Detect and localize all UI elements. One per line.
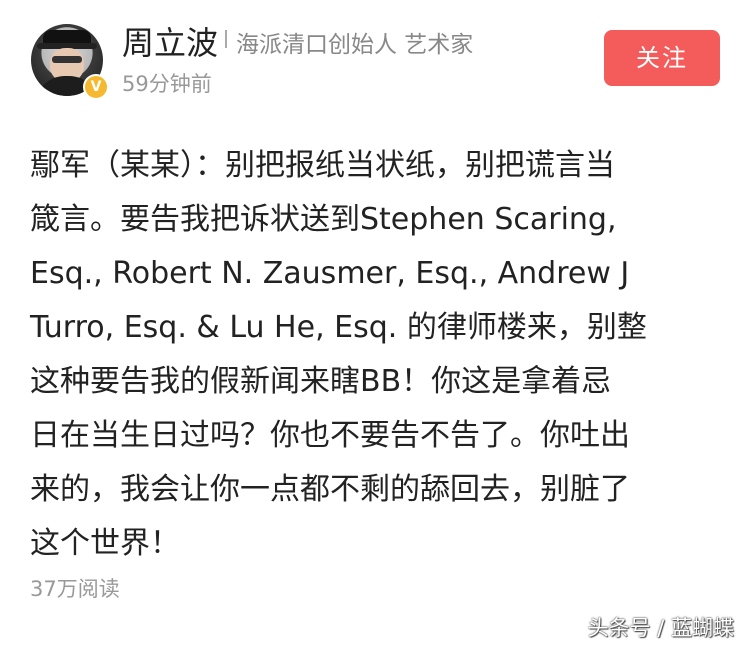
author-name[interactable]: 周立波: [122, 18, 218, 64]
read-count: 37万阅读: [30, 577, 120, 601]
post-time: 59分钟前: [122, 72, 212, 96]
post-line: Turro, Esq. & Lu He, Esq. 的律师楼来，别整: [30, 310, 647, 345]
post-line: 这个世界！: [30, 526, 180, 561]
author-title: 海派清口创始人 艺术家: [236, 32, 474, 58]
post-line: 鄢军（某某）：别把报纸当状纸，别把谎言当: [30, 148, 615, 183]
verified-badge-icon: V: [83, 74, 109, 100]
post-line: 这种要告我的假新闻来瞎BB！你这是拿着忌: [30, 364, 612, 399]
title-divider: [225, 30, 227, 48]
post-content: 鄢军（某某）：别把报纸当状纸，别把谎言当 箴言。要告我把诉状送到Stephen …: [30, 139, 720, 571]
post-line: 日在当生日过吗？你也不要告不告了。你吐出: [30, 418, 630, 453]
follow-button[interactable]: 关注: [604, 30, 720, 86]
watermark: 头条号 / 蓝蝴蝶: [587, 616, 734, 640]
avatar-glasses: [52, 56, 82, 63]
post-line: Esq., Robert N. Zausmer, Esq., Andrew J: [30, 256, 630, 291]
author-avatar[interactable]: V: [31, 24, 109, 100]
post-line: 来的，我会让你一点都不剩的舔回去，别脏了: [30, 472, 630, 507]
post-line: 箴言。要告我把诉状送到Stephen Scaring,: [30, 202, 617, 237]
